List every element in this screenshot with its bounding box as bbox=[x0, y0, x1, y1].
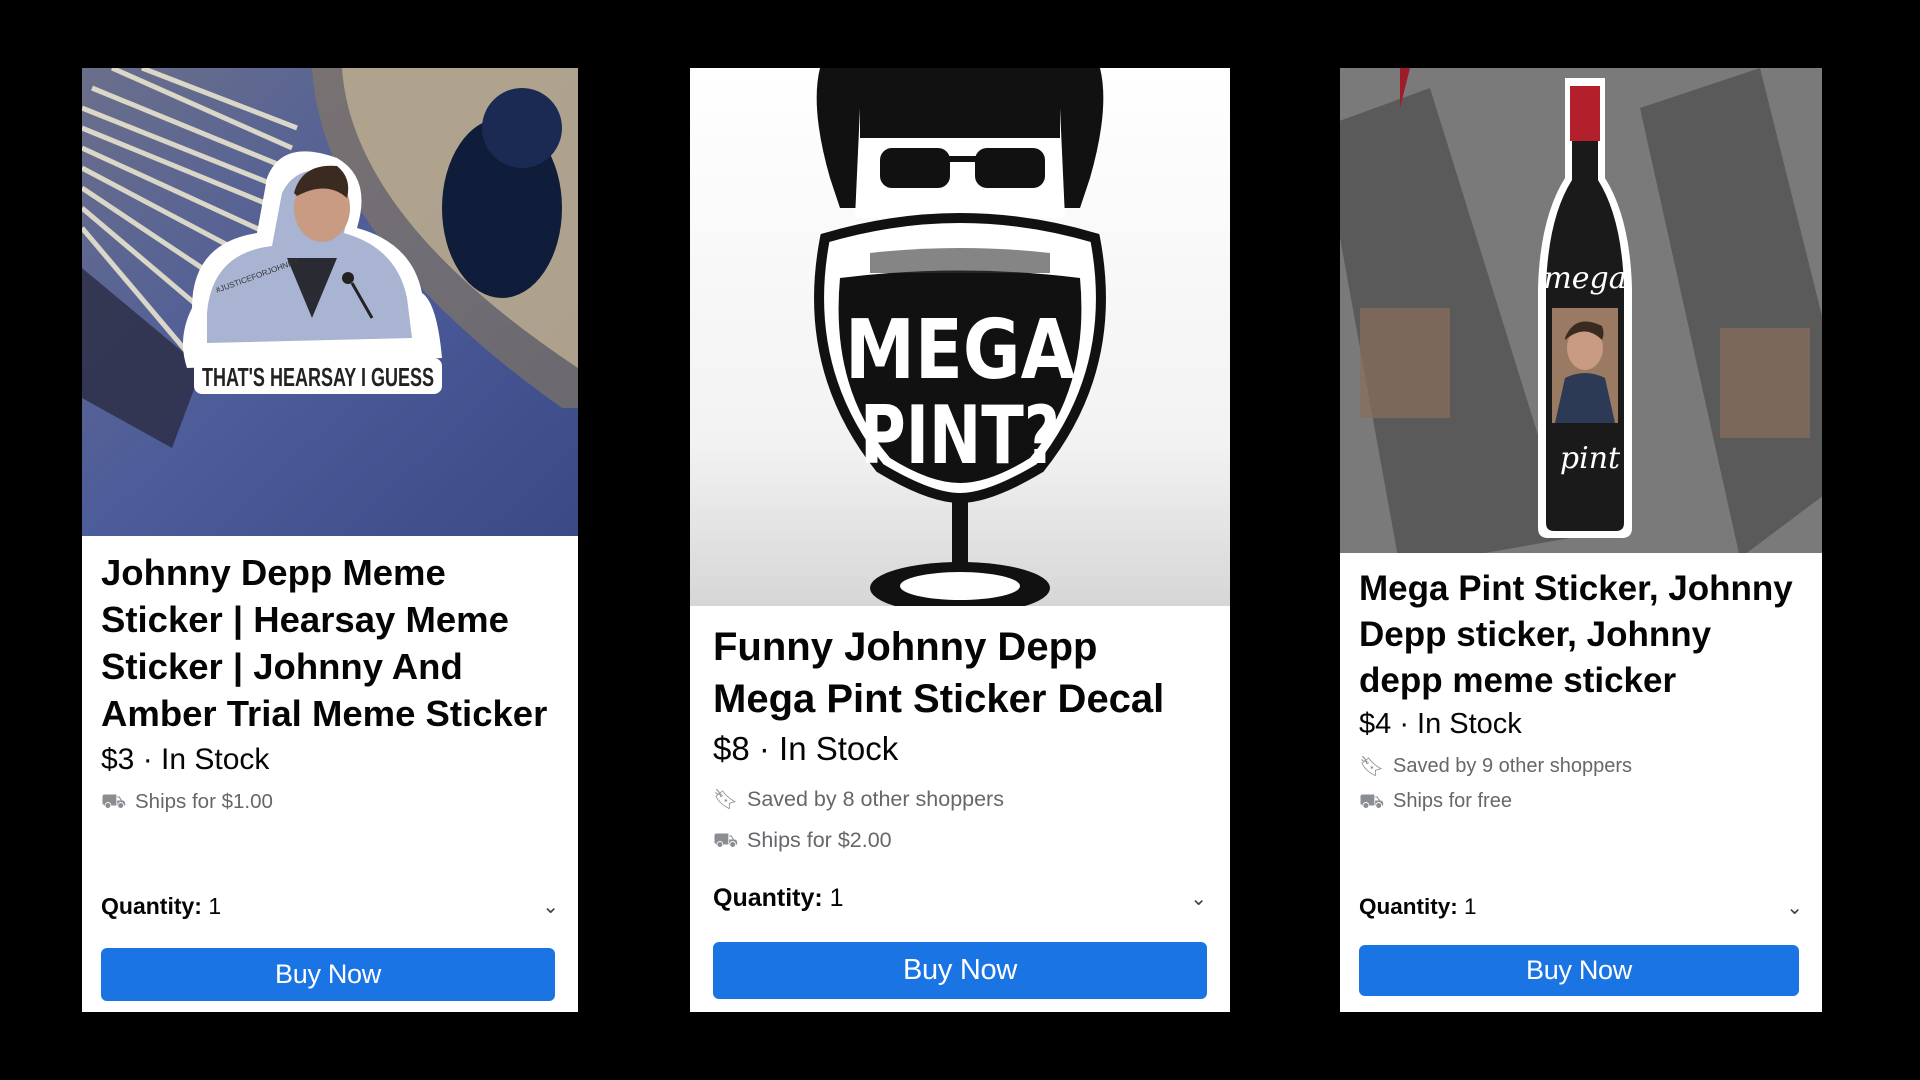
product-title-2[interactable]: Funny Johnny Depp Mega Pint Sticker Deca… bbox=[713, 621, 1207, 725]
shipping-info-2: ⛟ Ships for $2.00 bbox=[713, 828, 1207, 853]
product-image-1[interactable]: #JUSTICEFORJOHNNY THAT'S HEARSAY I GUESS bbox=[82, 68, 578, 536]
sticker-text-pint: PINT? bbox=[860, 389, 1060, 482]
saved-info-3: 🔖︎ Saved by 9 other shoppers bbox=[1359, 755, 1803, 778]
product-info-3: Mega Pint Sticker, Johnny Depp sticker, … bbox=[1340, 566, 1822, 813]
product-info-2: Funny Johnny Depp Mega Pint Sticker Deca… bbox=[690, 621, 1230, 853]
saved-text-3: Saved by 9 other shoppers bbox=[1393, 755, 1633, 777]
buy-now-button-3[interactable]: Buy Now bbox=[1359, 945, 1799, 996]
product-title-1[interactable]: Johnny Depp Meme Sticker | Hearsay Meme … bbox=[101, 549, 559, 737]
truck-icon: ⛟ bbox=[1359, 790, 1385, 813]
product-card-3[interactable]: mega pint Mega Pint Sticker, Johnny Depp… bbox=[1340, 68, 1822, 1012]
product-image-3[interactable]: mega pint bbox=[1340, 68, 1822, 553]
chevron-down-icon[interactable]: ⌄ bbox=[1190, 886, 1207, 911]
truck-icon: ⛟ bbox=[713, 829, 739, 852]
quantity-label-1: Quantity: 1 bbox=[101, 893, 222, 919]
buy-now-button-1[interactable]: Buy Now bbox=[101, 948, 555, 1001]
quantity-label-2: Quantity: 1 bbox=[713, 884, 844, 912]
product-info-1: Johnny Depp Meme Sticker | Hearsay Meme … bbox=[82, 549, 578, 814]
product-price-3: $4 · In Stock bbox=[1359, 708, 1522, 740]
truck-icon: ⛟ bbox=[101, 791, 127, 813]
saved-text-2: Saved by 8 other shoppers bbox=[747, 787, 1004, 811]
chevron-down-icon[interactable]: ⌄ bbox=[1786, 895, 1803, 920]
product-title-3[interactable]: Mega Pint Sticker, Johnny Depp sticker, … bbox=[1359, 566, 1799, 704]
bottle-label-mega: mega bbox=[1543, 261, 1626, 296]
bookmark-icon: 🔖︎ bbox=[1359, 755, 1385, 778]
bookmark-icon: 🔖︎ bbox=[713, 788, 739, 811]
quantity-label-3: Quantity: 1 bbox=[1359, 894, 1477, 919]
saved-info-2: 🔖︎ Saved by 8 other shoppers bbox=[713, 787, 1207, 812]
shipping-text-2: Ships for $2.00 bbox=[747, 828, 892, 852]
product-price-1: $3 · In Stock bbox=[101, 743, 270, 776]
product-image-2[interactable]: MEGA PINT? bbox=[690, 68, 1230, 606]
sticker-caption: THAT'S HEARSAY I GUESS bbox=[202, 362, 434, 392]
bottle-label-pint: pint bbox=[1560, 441, 1621, 476]
chevron-down-icon[interactable]: ⌄ bbox=[542, 894, 559, 919]
quantity-select-2[interactable]: Quantity: 1 ⌄ bbox=[713, 884, 1207, 913]
quantity-select-1[interactable]: Quantity: 1 ⌄ bbox=[101, 893, 559, 920]
product-price-2: $8 · In Stock bbox=[713, 730, 899, 767]
product-card-2[interactable]: MEGA PINT? Funny Johnny Depp Mega Pint S… bbox=[690, 68, 1230, 1012]
shipping-info-3: ⛟ Ships for free bbox=[1359, 790, 1803, 813]
buy-now-button-2[interactable]: Buy Now bbox=[713, 942, 1207, 999]
sticker-text-mega: MEGA bbox=[845, 303, 1075, 398]
shipping-info-1: ⛟ Ships for $1.00 bbox=[101, 790, 559, 814]
shipping-text-1: Ships for $1.00 bbox=[135, 790, 273, 813]
quantity-select-3[interactable]: Quantity: 1 ⌄ bbox=[1359, 894, 1803, 920]
product-card-1[interactable]: #JUSTICEFORJOHNNY THAT'S HEARSAY I GUESS… bbox=[82, 68, 578, 1012]
shipping-text-3: Ships for free bbox=[1393, 790, 1512, 812]
